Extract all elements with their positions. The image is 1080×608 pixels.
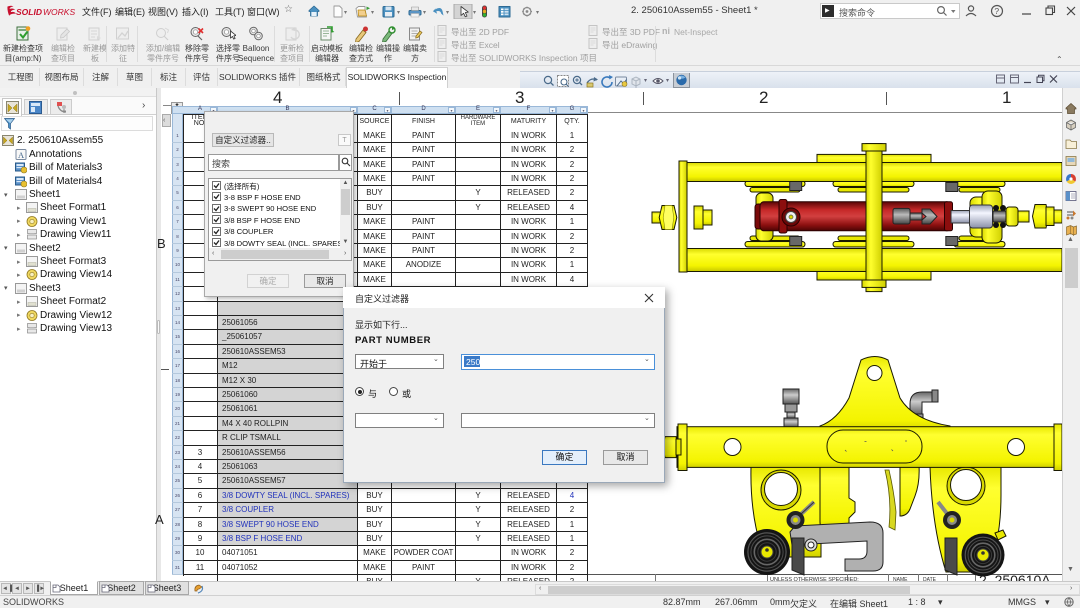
svg-text:▾: ▾ bbox=[397, 10, 400, 16]
svg-text:▾: ▾ bbox=[371, 10, 374, 16]
svg-text:▾: ▾ bbox=[423, 10, 426, 16]
svg-text:▾: ▾ bbox=[344, 10, 347, 16]
svg-text:?: ? bbox=[994, 6, 999, 16]
svg-text:WORKS: WORKS bbox=[43, 7, 75, 17]
svg-text:▾: ▾ bbox=[666, 78, 669, 84]
svg-text:▾: ▾ bbox=[536, 10, 539, 16]
svg-text:▾: ▾ bbox=[446, 10, 449, 16]
svg-text:▾: ▾ bbox=[644, 78, 647, 84]
svg-text:▾: ▾ bbox=[473, 10, 476, 16]
svg-text:SOLID: SOLID bbox=[16, 7, 42, 17]
svg-text:A: A bbox=[18, 150, 25, 160]
